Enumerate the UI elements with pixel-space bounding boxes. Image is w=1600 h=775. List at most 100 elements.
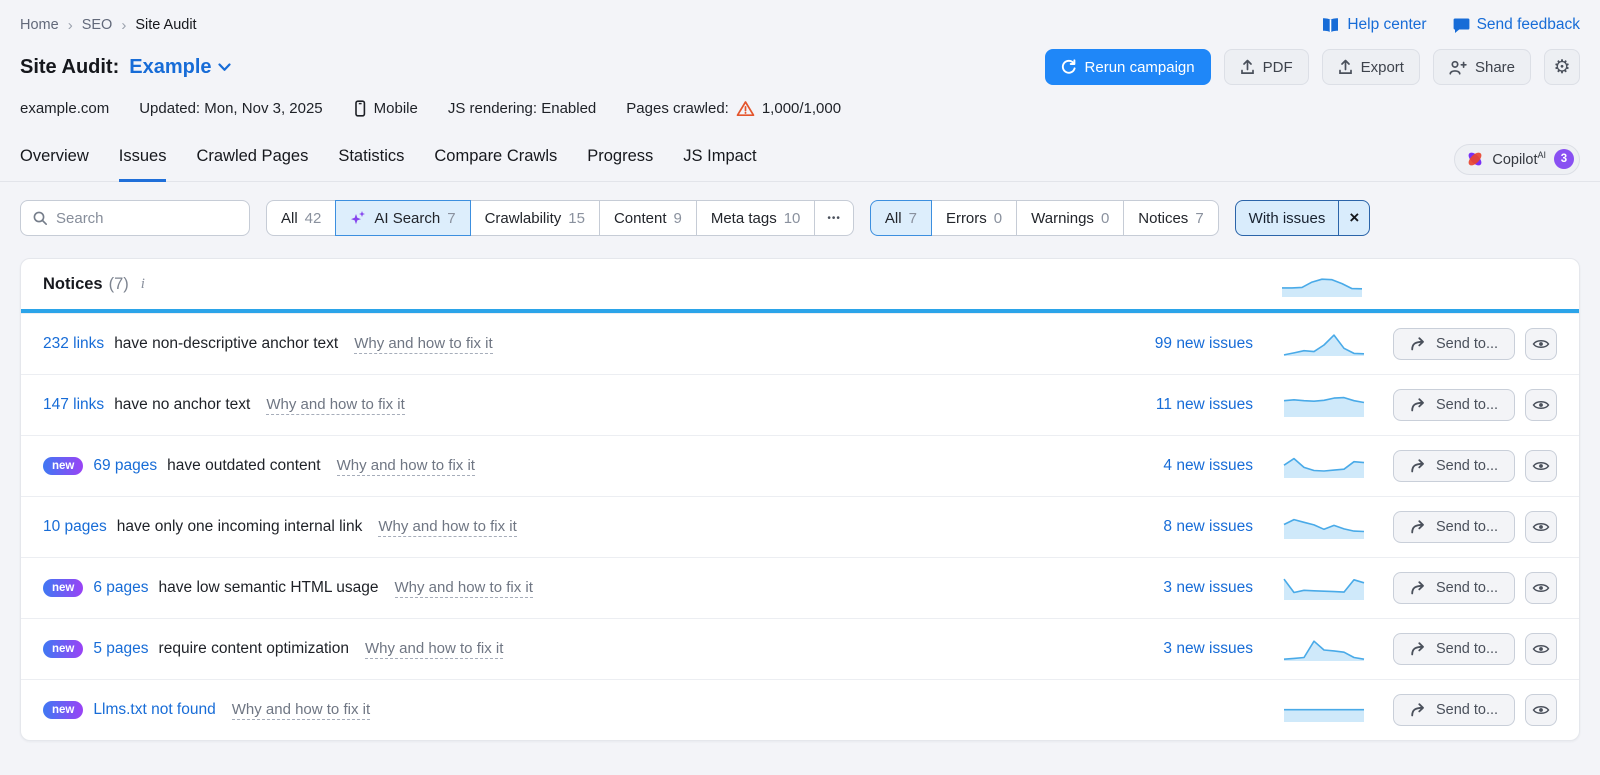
issue-trend-sparkline: [1283, 392, 1365, 418]
send-to-button[interactable]: Send to...: [1393, 328, 1515, 360]
hide-issue-eye-button[interactable]: [1525, 633, 1557, 665]
severity-filter-group: All 7 Errors 0 Warnings 0 Notices 7: [869, 200, 1219, 236]
eye-icon: [1532, 704, 1550, 716]
why-how-to-fix-link[interactable]: Why and how to fix it: [336, 457, 475, 476]
issue-count-link[interactable]: Llms.txt not found: [93, 701, 215, 719]
issue-row: new 5 pages require content optimization…: [21, 618, 1579, 679]
new-badge: new: [43, 579, 84, 597]
filter-chip-content[interactable]: Content 9: [598, 200, 697, 236]
send-to-button[interactable]: Send to...: [1393, 450, 1515, 482]
info-icon[interactable]: i: [141, 276, 145, 293]
copilot-button[interactable]: CopilotAI 3: [1454, 143, 1580, 175]
issue-count-link[interactable]: 232 links: [43, 335, 104, 353]
send-feedback-link[interactable]: Send feedback: [1453, 16, 1580, 34]
tab-overview[interactable]: Overview: [20, 137, 89, 182]
forward-arrow-icon: [1410, 581, 1427, 595]
campaign-domain: example.com: [20, 100, 110, 117]
filter-chip-crawlability[interactable]: Crawlability 15: [469, 200, 600, 236]
more-filters-button[interactable]: •••: [814, 200, 854, 236]
rerun-campaign-button[interactable]: Rerun campaign: [1044, 49, 1211, 85]
settings-gear-button[interactable]: ⚙: [1544, 49, 1580, 85]
search-input-wrap[interactable]: [20, 200, 250, 236]
hide-issue-eye-button[interactable]: [1525, 511, 1557, 543]
send-to-button[interactable]: Send to...: [1393, 694, 1515, 726]
why-how-to-fix-link[interactable]: Why and how to fix it: [354, 335, 493, 354]
campaign-selector[interactable]: Example: [129, 56, 231, 79]
why-how-to-fix-link[interactable]: Why and how to fix it: [231, 701, 371, 720]
why-how-to-fix-link[interactable]: Why and how to fix it: [378, 518, 517, 537]
forward-arrow-icon: [1410, 459, 1427, 473]
issue-trend-sparkline: [1283, 575, 1365, 601]
new-issues-link[interactable]: 99 new issues: [1123, 335, 1253, 353]
send-to-button[interactable]: Send to...: [1393, 633, 1515, 665]
tab-issues[interactable]: Issues: [118, 137, 167, 182]
tab-js-impact[interactable]: JS Impact: [683, 137, 756, 182]
issue-row: 10 pages have only one incoming internal…: [21, 496, 1579, 557]
breadcrumb-seo[interactable]: SEO: [82, 17, 113, 33]
new-issues-link[interactable]: 3 new issues: [1123, 579, 1253, 597]
person-plus-icon: [1449, 60, 1467, 75]
refresh-icon: [1061, 59, 1077, 75]
issue-description: have low semantic HTML usage: [158, 579, 379, 596]
copilot-icon: [1466, 150, 1484, 168]
book-icon: [1321, 17, 1340, 34]
issue-row: new Llms.txt not found Why and how to fi…: [21, 679, 1579, 740]
why-how-to-fix-link[interactable]: Why and how to fix it: [266, 396, 405, 415]
new-issues-link[interactable]: 3 new issues: [1123, 640, 1253, 658]
tab-crawled-pages[interactable]: Crawled Pages: [196, 137, 308, 182]
notices-card: Notices (7) i 232 links have non-descrip…: [20, 258, 1580, 741]
filter-chip-ai-search[interactable]: AI Search 7: [335, 200, 471, 236]
issue-count-link[interactable]: 10 pages: [43, 518, 107, 536]
filter-chip-meta-tags[interactable]: Meta tags 10: [695, 200, 816, 236]
feedback-bubble-icon: [1453, 17, 1470, 34]
mobile-phone-icon: [353, 100, 367, 117]
hide-issue-eye-button[interactable]: [1525, 389, 1557, 421]
forward-arrow-icon: [1410, 703, 1427, 717]
tab-compare-crawls[interactable]: Compare Crawls: [434, 137, 557, 182]
share-button[interactable]: Share: [1432, 49, 1531, 85]
filter-chip-warnings[interactable]: Warnings 0: [1016, 200, 1125, 236]
tab-progress[interactable]: Progress: [587, 137, 653, 182]
send-to-button[interactable]: Send to...: [1393, 389, 1515, 421]
hide-issue-eye-button[interactable]: [1525, 450, 1557, 482]
new-issues-link[interactable]: 4 new issues: [1123, 457, 1253, 475]
forward-arrow-icon: [1410, 398, 1427, 412]
filter-chip-all-severity[interactable]: All 7: [869, 200, 932, 236]
issue-count-link[interactable]: 69 pages: [93, 457, 157, 475]
warning-triangle-icon[interactable]: [736, 100, 755, 117]
new-badge: new: [43, 701, 84, 719]
issue-count-link[interactable]: 147 links: [43, 396, 104, 414]
filter-chip-all-categories[interactable]: All 42: [266, 200, 337, 236]
issue-description: have outdated content: [167, 457, 321, 474]
issue-row: new 6 pages have low semantic HTML usage…: [21, 557, 1579, 618]
send-to-button[interactable]: Send to...: [1393, 511, 1515, 543]
close-icon[interactable]: ×: [1338, 201, 1369, 235]
pdf-button[interactable]: PDF: [1223, 49, 1309, 85]
export-button[interactable]: Export: [1321, 49, 1420, 85]
issue-count-link[interactable]: 5 pages: [93, 640, 148, 658]
forward-arrow-icon: [1410, 642, 1427, 656]
hide-issue-eye-button[interactable]: [1525, 694, 1557, 726]
help-center-link[interactable]: Help center: [1321, 16, 1427, 34]
breadcrumb-home[interactable]: Home: [20, 17, 59, 33]
filter-chip-notices[interactable]: Notices 7: [1123, 200, 1219, 236]
page-title: Site Audit:: [20, 55, 120, 78]
eye-icon: [1532, 399, 1550, 411]
new-issues-link[interactable]: 8 new issues: [1123, 518, 1253, 536]
notices-count: (7): [108, 274, 129, 293]
why-how-to-fix-link[interactable]: Why and how to fix it: [394, 579, 533, 598]
issue-trend-sparkline: [1283, 697, 1365, 723]
copilot-count-badge: 3: [1554, 149, 1574, 169]
hide-issue-eye-button[interactable]: [1525, 328, 1557, 360]
why-how-to-fix-link[interactable]: Why and how to fix it: [364, 640, 504, 659]
filter-chip-errors[interactable]: Errors 0: [930, 200, 1018, 236]
issue-count-link[interactable]: 6 pages: [93, 579, 148, 597]
send-to-button[interactable]: Send to...: [1393, 572, 1515, 604]
tab-statistics[interactable]: Statistics: [338, 137, 404, 182]
new-issues-link[interactable]: 11 new issues: [1123, 396, 1253, 414]
issue-row: new 69 pages have outdated content Why a…: [21, 435, 1579, 496]
issue-row: 232 links have non-descriptive anchor te…: [21, 313, 1579, 374]
hide-issue-eye-button[interactable]: [1525, 572, 1557, 604]
search-input[interactable]: [56, 209, 238, 227]
device-indicator: Mobile: [353, 100, 418, 117]
